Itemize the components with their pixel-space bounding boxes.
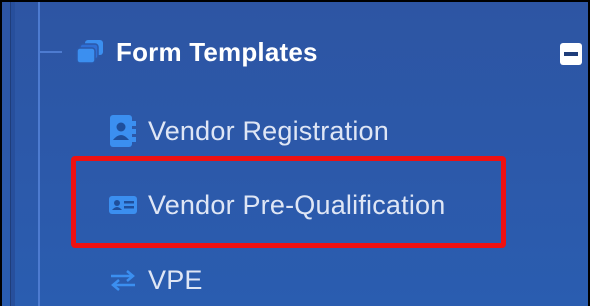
- tree-guide-vertical: [38, 2, 40, 306]
- tree-item-label: Vendor Registration: [148, 115, 389, 146]
- tree-item-vendor-registration[interactable]: Vendor Registration: [108, 111, 389, 151]
- tree-item-label: Form Templates: [116, 36, 318, 67]
- contact-book-icon: [108, 113, 138, 149]
- stack-icon: [76, 39, 106, 65]
- exchange-arrows-icon: [108, 269, 138, 291]
- tree-item-label: VPE: [148, 264, 203, 295]
- highlight-box: [71, 156, 506, 248]
- tree-item-vpe[interactable]: VPE: [108, 262, 203, 298]
- tree-item-form-templates[interactable]: Form Templates: [76, 34, 318, 70]
- tree-guide-horizontal: [40, 51, 62, 53]
- sidebar-edge: [10, 2, 15, 306]
- collapse-minus-icon[interactable]: [560, 43, 582, 65]
- sidebar-panel: Form Templates Vendor Registration Vendo…: [0, 0, 590, 306]
